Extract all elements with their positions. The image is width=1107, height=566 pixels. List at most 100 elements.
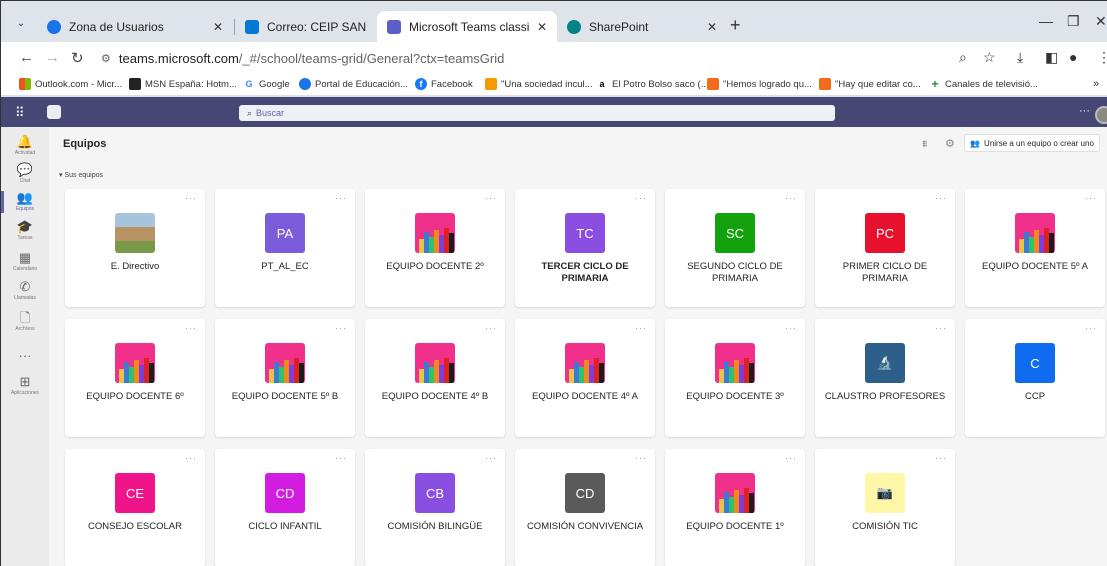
team-name: EQUIPO DOCENTE 1º	[686, 521, 784, 532]
bookmark-item[interactable]: a El Potro Bolso saco (...	[596, 78, 709, 90]
pencils-icon	[415, 343, 455, 383]
rail-item[interactable]: 👥 Equipos	[1, 191, 49, 213]
more-options-icon[interactable]: ···	[1085, 193, 1097, 203]
team-card[interactable]: ··· CE CONSEJO ESCOLAR	[65, 449, 205, 566]
more-options-icon[interactable]: ···	[935, 193, 947, 203]
rail-item[interactable]: ⊞ Aplicaciones	[1, 375, 49, 397]
more-options-icon[interactable]: ···	[485, 193, 497, 203]
more-options-icon[interactable]: ···	[185, 323, 197, 333]
bookmark-item[interactable]: Portal de Educación...	[299, 78, 408, 90]
bookmark-item[interactable]: "Hay que editar co...	[819, 78, 921, 90]
rail-item[interactable]: 🗋 Archivos	[1, 310, 49, 333]
rail-item[interactable]: ✆ Llamadas	[1, 280, 49, 302]
maximize-icon[interactable]: ❐	[1067, 13, 1080, 30]
tab-search-icon[interactable]: ⌄	[9, 11, 33, 35]
join-or-create-team-button[interactable]: 👥 Unirse a un equipo o crear uno	[964, 134, 1100, 152]
more-options-icon[interactable]: ···	[935, 323, 947, 333]
close-icon[interactable]: ✕	[707, 20, 717, 34]
more-options-icon[interactable]: ···	[785, 453, 797, 463]
bookmark-item[interactable]: MSN España: Hotm...	[129, 78, 237, 90]
rail-item[interactable]: ···	[1, 349, 49, 364]
more-options-icon[interactable]: ···	[635, 453, 647, 463]
team-card[interactable]: ··· PC PRIMER CICLO DE PRIMARIA	[815, 189, 955, 307]
window-close-icon[interactable]: ✕	[1095, 13, 1107, 30]
site-info-icon[interactable]: ⚙	[101, 52, 111, 65]
team-name: COMISIÓN CONVIVENCIA	[526, 521, 644, 532]
team-name: EQUIPO DOCENTE 5º A	[982, 261, 1088, 272]
tab-teams[interactable]: Microsoft Teams classic ✕	[377, 11, 557, 42]
bookmark-item[interactable]: Outlook.com - Micr...	[19, 78, 122, 90]
download-icon[interactable]: ⤓	[1017, 49, 1023, 66]
address-bar[interactable]: ⚙ teams.microsoft.com/_#/school/teams-gr…	[101, 46, 1006, 70]
tab-sharepoint[interactable]: SharePoint ✕	[557, 11, 727, 42]
rail-item[interactable]: 🎓 Tareas	[1, 220, 49, 242]
more-options-icon[interactable]: ···	[485, 323, 497, 333]
team-card[interactable]: ··· TC TERCER CICLO DE PRIMARIA	[515, 189, 655, 307]
new-tab-button[interactable]: +	[730, 15, 741, 36]
bookmarks-overflow-button[interactable]: »	[1093, 78, 1099, 90]
tab-correo[interactable]: Correo: CEIP SAN BLAS - Outlo ✕	[235, 11, 397, 42]
more-options-icon[interactable]: ···	[635, 193, 647, 203]
bookmark-item[interactable]: G Google	[243, 78, 290, 90]
more-options-icon[interactable]: ···	[185, 193, 197, 203]
bookmark-item[interactable]: f Facebook	[415, 78, 473, 90]
team-card[interactable]: ··· E. Directivo	[65, 189, 205, 307]
bookmark-label: "Una sociedad incul...	[501, 78, 593, 90]
profile-icon[interactable]: ●	[1069, 49, 1077, 65]
team-card[interactable]: ··· SC SEGUNDO CICLO DE PRIMARIA	[665, 189, 805, 307]
team-card[interactable]: ··· EQUIPO DOCENTE 4º A	[515, 319, 655, 437]
team-card[interactable]: ··· C CCP	[965, 319, 1105, 437]
reload-icon[interactable]: ↻	[71, 49, 84, 67]
back-icon[interactable]: ←	[19, 49, 34, 66]
more-options-icon[interactable]: ···	[485, 453, 497, 463]
more-options-icon[interactable]: ···	[335, 323, 347, 333]
team-card[interactable]: ··· EQUIPO DOCENTE 4º B	[365, 319, 505, 437]
team-card[interactable]: ··· EQUIPO DOCENTE 1º	[665, 449, 805, 566]
team-card[interactable]: ··· EQUIPO DOCENTE 5º A	[965, 189, 1105, 307]
team-card[interactable]: ··· EQUIPO DOCENTE 3º	[665, 319, 805, 437]
team-card[interactable]: ··· CD CICLO INFANTIL	[215, 449, 355, 566]
tab-zona-usuarios[interactable]: Zona de Usuarios ✕	[37, 11, 233, 42]
more-options-icon[interactable]: ···	[335, 193, 347, 203]
team-card[interactable]: ··· PA PT_AL_EC	[215, 189, 355, 307]
search-input[interactable]: ⌕ Buscar	[239, 105, 835, 121]
more-options-icon[interactable]: ···	[185, 453, 197, 463]
team-card[interactable]: ··· EQUIPO DOCENTE 5º B	[215, 319, 355, 437]
rail-item[interactable]: 💬 Chat	[1, 163, 49, 185]
bookmark-item[interactable]: "Una sociedad incul...	[485, 78, 593, 90]
filter-icon[interactable]: ⩩	[922, 139, 927, 150]
rail-item[interactable]: ▦ Calendario	[1, 251, 49, 273]
section-label[interactable]: ▾ Sus equipos	[59, 171, 103, 179]
close-icon[interactable]: ✕	[537, 20, 547, 34]
team-avatar: CB	[415, 473, 455, 513]
menu-icon[interactable]: ⋮	[1097, 49, 1107, 66]
more-options-button[interactable]: ···	[1079, 105, 1090, 117]
bookmark-item[interactable]: "Hemos logrado qu...	[707, 78, 812, 90]
team-card[interactable]: ··· CB COMISIÓN BILINGÜE	[365, 449, 505, 566]
team-card[interactable]: ··· 📷 COMISIÓN TIC	[815, 449, 955, 566]
more-options-icon[interactable]: ···	[1085, 323, 1097, 333]
bookmark-star-icon[interactable]: ☆	[983, 49, 996, 66]
more-options-icon[interactable]: ···	[935, 453, 947, 463]
team-card[interactable]: ··· 🔬 CLAUSTRO PROFESORES	[815, 319, 955, 437]
more-options-icon[interactable]: ···	[335, 453, 347, 463]
amazon-icon: a	[596, 78, 608, 90]
minimize-icon[interactable]: —	[1039, 13, 1053, 29]
add-team-icon: 👥	[970, 138, 981, 148]
forward-icon[interactable]: →	[45, 49, 60, 66]
rail-item[interactable]: 🔔 Actividad	[1, 135, 49, 157]
team-card[interactable]: ··· EQUIPO DOCENTE 6º	[65, 319, 205, 437]
more-options-icon[interactable]: ···	[785, 193, 797, 203]
more-options-icon[interactable]: ···	[785, 323, 797, 333]
team-card[interactable]: ··· CD COMISIÓN CONVIVENCIA	[515, 449, 655, 566]
sidepanel-icon[interactable]: ◧	[1045, 49, 1058, 66]
close-icon[interactable]: ✕	[213, 20, 223, 34]
avatar[interactable]	[1095, 106, 1107, 124]
gear-icon[interactable]: ⚙	[945, 137, 955, 150]
files-icon: 🗋	[19, 310, 31, 325]
bookmark-item[interactable]: + Canales de televisió...	[929, 77, 1038, 91]
more-options-icon[interactable]: ···	[635, 323, 647, 333]
zoom-icon[interactable]: ⌕	[959, 49, 967, 66]
app-launcher-icon[interactable]: ⠿	[15, 105, 25, 121]
team-card[interactable]: ··· EQUIPO DOCENTE 2º	[365, 189, 505, 307]
